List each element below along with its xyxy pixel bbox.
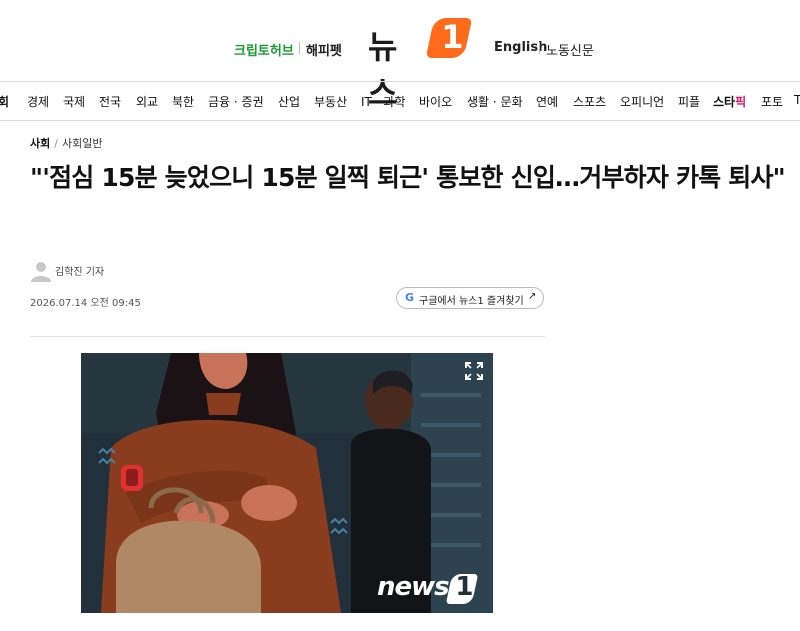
expand-icon[interactable] [462,359,486,383]
divider [539,42,540,54]
crypto-hub-link[interactable]: 크립토허브 [234,40,294,59]
google-icon: G [405,291,415,304]
logo-badge: 1 [425,18,473,58]
site-header: 크립토허브 해피펫 뉴스 1 English 노동신문 [0,0,800,112]
breadcrumb-section[interactable]: 사회 [30,137,50,150]
nav-item-finance[interactable]: 금융 · 증권 [208,93,264,110]
nav-item-opinion[interactable]: 오피니언 [620,93,664,110]
nav-item-nation[interactable]: 전국 [99,93,121,110]
main-nav: 회 경제 국제 전국 외교 북한 금융 · 증권 산업 부동산 IT · 과학 … [0,81,800,121]
watermark-text: news [377,572,450,602]
google-bookmark-button[interactable]: G 구글에서 뉴스1 즐겨찾기 ↗ [396,287,544,309]
nav-item-world[interactable]: 국제 [63,93,85,110]
nav-item-bio[interactable]: 바이오 [419,93,452,110]
nav-item-photo[interactable]: 포토 [761,93,783,110]
nav-item-people[interactable]: 피플 [678,93,700,110]
happy-pet-link[interactable]: 해피펫 [306,40,342,59]
nav-item-star-pick[interactable]: 스타픽 [713,93,746,110]
section-divider [30,336,545,337]
nav-item-sports[interactable]: 스포츠 [573,93,606,110]
divider [299,42,300,54]
nav-item-it-science[interactable]: IT · 과학 [361,93,405,110]
nav-item-entertainment[interactable]: 연예 [536,93,558,110]
article-headline: "'점심 15분 늦었으니 15분 일찍 퇴근' 통보한 신입…거부하자 카톡 … [30,163,786,192]
breadcrumb-subsection[interactable]: 사회일반 [62,137,102,150]
breadcrumb-separator: / [54,137,58,150]
nav-item-industry[interactable]: 산업 [278,93,300,110]
nav-item-economy[interactable]: 경제 [27,93,49,110]
rodong-sinmun-link[interactable]: 노동신문 [546,40,594,59]
external-link-icon: ↗ [528,291,537,302]
nav-item-tv[interactable]: T [794,93,800,107]
breadcrumb: 사회 / 사회일반 [30,135,102,151]
nav-item-real-estate[interactable]: 부동산 [314,93,347,110]
nav-item-society[interactable]: 회 [0,93,9,110]
author-name[interactable]: 김학진 기자 [55,263,104,278]
publish-date: 2026.07.14 오전 09:45 [30,298,141,309]
nav-item-diplomacy[interactable]: 외교 [136,93,158,110]
nav-item-north-korea[interactable]: 북한 [172,93,194,110]
author-avatar-icon [31,262,51,282]
nav-item-life-culture[interactable]: 생활 · 문화 [467,93,523,110]
bookmark-label: 구글에서 뉴스1 즐겨찾기 [419,296,524,307]
